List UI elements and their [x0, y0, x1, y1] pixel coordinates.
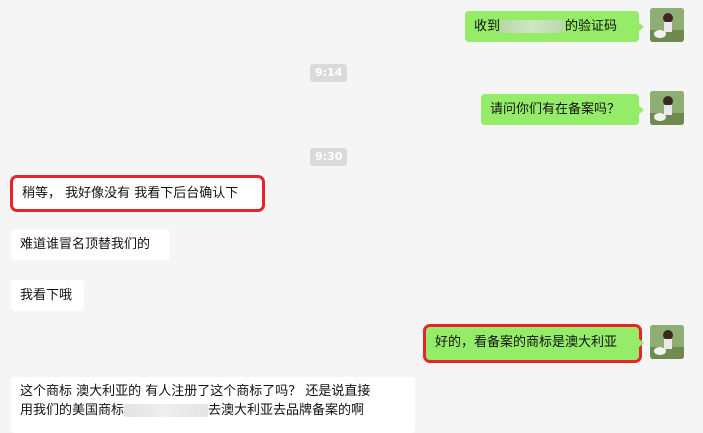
user-avatar[interactable]: [650, 8, 684, 42]
message-text: 去澳大利亚去品牌备案的啊: [208, 403, 365, 418]
message-bubble-sent[interactable]: 好的，看备案的商标是澳大利亚: [423, 324, 644, 363]
avatar-photo-icon: [650, 91, 684, 125]
message-bubble-received[interactable]: 稍等， 我好像没有 我看下后台确认下: [10, 175, 265, 212]
timestamp: 9:30: [310, 148, 348, 166]
message-bubble-received[interactable]: 这个商标 澳大利亚的 有人注册了这个商标了吗？ 还是说直接 用我们的美国商标 去澳…: [11, 377, 415, 433]
avatar-photo-icon: [650, 8, 684, 42]
avatar-photo-icon: [650, 325, 684, 359]
user-avatar[interactable]: [650, 325, 684, 359]
message-bubble-received[interactable]: 难道谁冒名顶替我们的: [11, 229, 170, 260]
message-text: 好的，看备案的商标是澳大利亚: [435, 335, 618, 350]
message-text: 收到: [474, 19, 501, 34]
message-text: 用我们的美国商标: [20, 403, 125, 418]
message-text: 请问你们有在备案吗？: [490, 102, 621, 117]
message-text: 我看下哦: [20, 288, 73, 303]
message-text-line: 这个商标 澳大利亚的 有人注册了这个商标了吗？ 还是说直接: [20, 384, 371, 399]
message-bubble-received[interactable]: 我看下哦: [11, 280, 84, 311]
timestamp: 9:14: [310, 64, 348, 82]
message-text-line: 用我们的美国商标 去澳大利亚去品牌备案的啊: [20, 401, 406, 420]
message-text: 的验证码: [565, 19, 618, 34]
user-avatar[interactable]: [650, 91, 684, 125]
message-bubble-sent[interactable]: 收到 的验证码: [465, 11, 644, 42]
message-text: 稍等， 我好像没有 我看下后台确认下: [22, 186, 239, 201]
redacted-text: [500, 20, 566, 33]
redacted-text: [124, 404, 209, 417]
message-text: 难道谁冒名顶替我们的: [20, 237, 151, 252]
message-bubble-sent[interactable]: 请问你们有在备案吗？: [481, 94, 644, 125]
